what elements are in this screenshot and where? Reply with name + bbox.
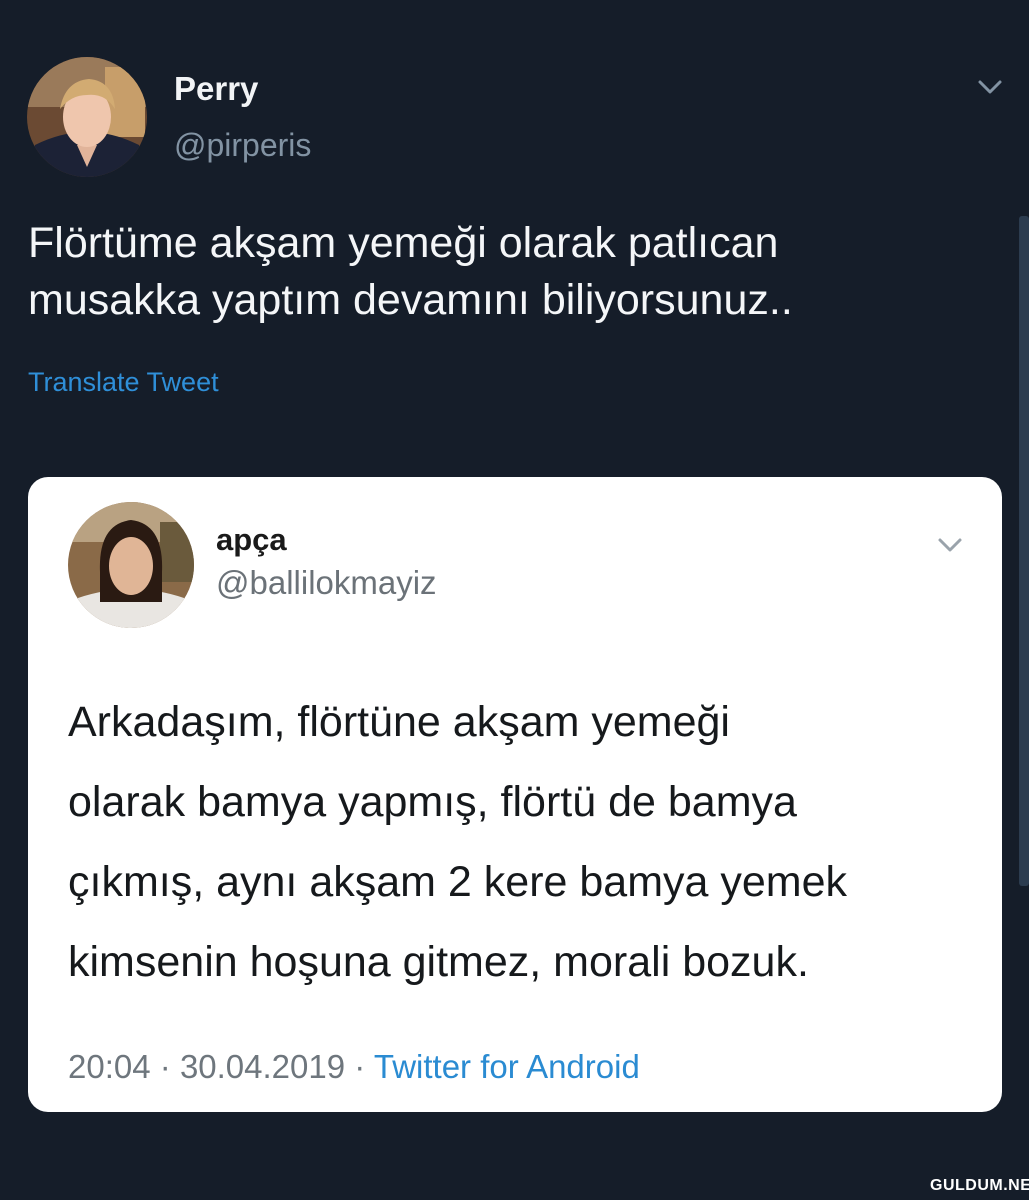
tweet-source-link[interactable]: Twitter for Android <box>374 1048 640 1085</box>
chevron-down-icon[interactable] <box>975 76 1005 98</box>
quoted-tweet-card[interactable]: apça @ballilokmayiz Arkadaşım, flörtüne … <box>28 477 1002 1112</box>
outer-author-name[interactable]: Perry <box>174 70 258 108</box>
quoted-tweet-text: Arkadaşım, flörtüne akşam yemeği olarak … <box>68 698 848 986</box>
quoted-author-name[interactable]: apça <box>216 522 287 558</box>
translate-tweet-link[interactable]: Translate Tweet <box>28 367 219 398</box>
tweet-meta: 20:04 · 30.04.2019 · Twitter for Android <box>68 1048 640 1086</box>
outer-tweet-text: Flörtüme akşam yemeği olarak patlıcan mu… <box>28 219 793 324</box>
meta-separator: · <box>354 1048 366 1085</box>
quoted-author-avatar[interactable] <box>68 502 194 628</box>
watermark: GULDUM.NET <box>930 1177 1029 1194</box>
tweet-date: 30.04.2019 <box>179 1048 346 1085</box>
quoted-author-handle[interactable]: @ballilokmayiz <box>216 564 437 602</box>
tweet-time: 20:04 <box>68 1048 151 1085</box>
scrollbar[interactable] <box>1019 216 1029 886</box>
outer-author-handle[interactable]: @pirperis <box>174 127 311 164</box>
meta-separator: · <box>159 1048 171 1085</box>
outer-author-avatar[interactable] <box>27 57 147 177</box>
chevron-down-icon[interactable] <box>935 535 965 555</box>
